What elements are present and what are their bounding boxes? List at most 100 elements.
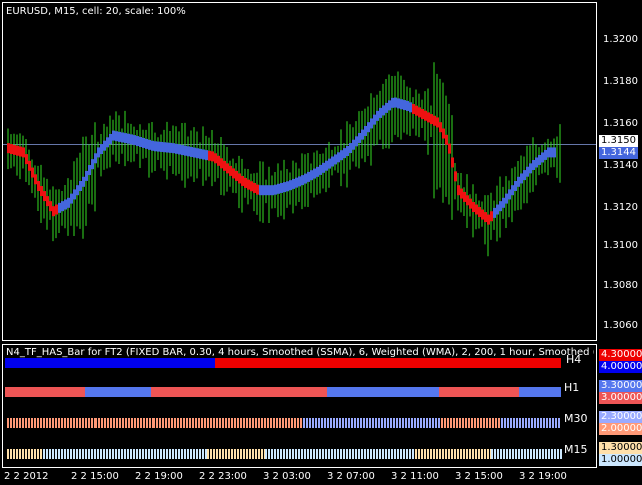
m30-bar: [477, 418, 479, 428]
m30-lower-tag: 2.00000: [599, 423, 642, 435]
m15-bar: [103, 449, 105, 459]
m15-bar: [234, 449, 236, 459]
m15-bar: [79, 449, 81, 459]
m15-bar: [28, 449, 30, 459]
ha-bar: [382, 105, 385, 116]
m15-bar: [88, 449, 90, 459]
ha-bar: [361, 129, 364, 140]
m30-bar: [447, 418, 449, 428]
m15-bar: [109, 449, 111, 459]
m15-bar: [500, 449, 502, 459]
ha-bar: [82, 176, 85, 187]
m30-bar: [378, 418, 380, 428]
ha-bar: [322, 162, 325, 173]
ha-bar: [100, 144, 103, 155]
m30-bar: [168, 418, 170, 428]
ha-bar: [28, 160, 31, 171]
ha-bar: [52, 206, 55, 217]
m15-upper-tag: 1.30000: [599, 442, 642, 454]
m30-bar: [417, 418, 419, 428]
ha-bar: [541, 152, 544, 163]
m30-upper-tag: 2.30000: [599, 411, 642, 423]
m30-bar: [348, 418, 350, 428]
m15-bar: [310, 449, 312, 459]
m30-bar: [372, 418, 374, 428]
ha-bar: [421, 109, 424, 120]
m15-bar: [148, 449, 150, 459]
m30-bar: [201, 418, 203, 428]
ha-bar: [61, 201, 64, 212]
ha-bar: [352, 139, 355, 150]
h1-bar: [5, 387, 85, 397]
ha-bar: [7, 143, 10, 154]
m15-bar: [181, 449, 183, 459]
m30-bar: [441, 418, 443, 428]
ha-bar: [403, 100, 406, 111]
m15-bar: [142, 449, 144, 459]
m15-bar: [178, 449, 180, 459]
m30-bar: [137, 418, 139, 428]
ha-bar: [328, 158, 331, 169]
m30-bar: [159, 418, 161, 428]
m15-bar: [322, 449, 324, 459]
ha-bar: [454, 171, 457, 182]
ha-bar: [331, 156, 334, 167]
m30-bar: [390, 418, 392, 428]
ha-bar: [355, 136, 358, 147]
time-tick: 2 2 2012: [4, 471, 49, 482]
m30-bar: [249, 418, 251, 428]
m30-bar: [195, 418, 197, 428]
ha-bar: [451, 157, 454, 168]
m15-bar: [491, 449, 493, 459]
m30-bar: [435, 418, 437, 428]
m30-bar: [408, 418, 410, 428]
m30-bar: [95, 418, 97, 428]
ha-bar: [370, 118, 373, 129]
ha-bar: [184, 145, 187, 156]
h4-bar: [215, 358, 561, 368]
m15-bar: [427, 449, 429, 459]
ha-bar: [10, 144, 13, 155]
ha-bar: [313, 168, 316, 179]
m15-bar: [497, 449, 499, 459]
ha-bar: [499, 201, 502, 212]
ha-bar: [73, 189, 76, 200]
ha-bar: [520, 173, 523, 184]
m30-bar: [399, 418, 401, 428]
time-tick: 3 2 15:00: [455, 471, 503, 482]
m30-bar: [156, 418, 158, 428]
row-label-h4: H4: [566, 353, 582, 366]
m15-bar: [205, 449, 207, 459]
m30-bar: [25, 418, 27, 428]
ha-bar: [412, 104, 415, 114]
m30-bar: [423, 418, 425, 428]
m30-bar: [183, 418, 185, 428]
m30-bar: [342, 418, 344, 428]
m15-bar: [7, 449, 9, 459]
m30-bar: [134, 418, 136, 428]
main-chart-pane[interactable]: EURUSD, M15, cell: 20, scale: 100%: [2, 2, 597, 341]
m30-bar: [76, 418, 78, 428]
time-tick: 2 2 15:00: [71, 471, 119, 482]
m30-bar: [468, 418, 470, 428]
ha-bar: [316, 166, 319, 177]
ha-bar: [220, 158, 223, 169]
ha-bar: [532, 160, 535, 170]
ha-bar: [508, 189, 511, 200]
ha-bar: [460, 188, 463, 199]
m15-bar: [172, 449, 174, 459]
m15-bar: [349, 449, 351, 459]
ha-bar: [409, 102, 412, 113]
m30-bar: [321, 418, 323, 428]
m30-bar: [276, 418, 278, 428]
m30-bar: [459, 418, 461, 428]
ha-bar: [142, 137, 145, 148]
m15-bar: [175, 449, 177, 459]
ha-bar: [349, 143, 352, 154]
ha-bar: [289, 180, 292, 191]
indicator-pane[interactable]: N4_TF_HAS_Bar for FT2 (FIXED BAR, 0.30, …: [2, 344, 597, 468]
m30-bar: [339, 418, 341, 428]
ha-bar: [148, 139, 151, 150]
m30-bar: [46, 418, 48, 428]
m15-bar: [466, 449, 468, 459]
